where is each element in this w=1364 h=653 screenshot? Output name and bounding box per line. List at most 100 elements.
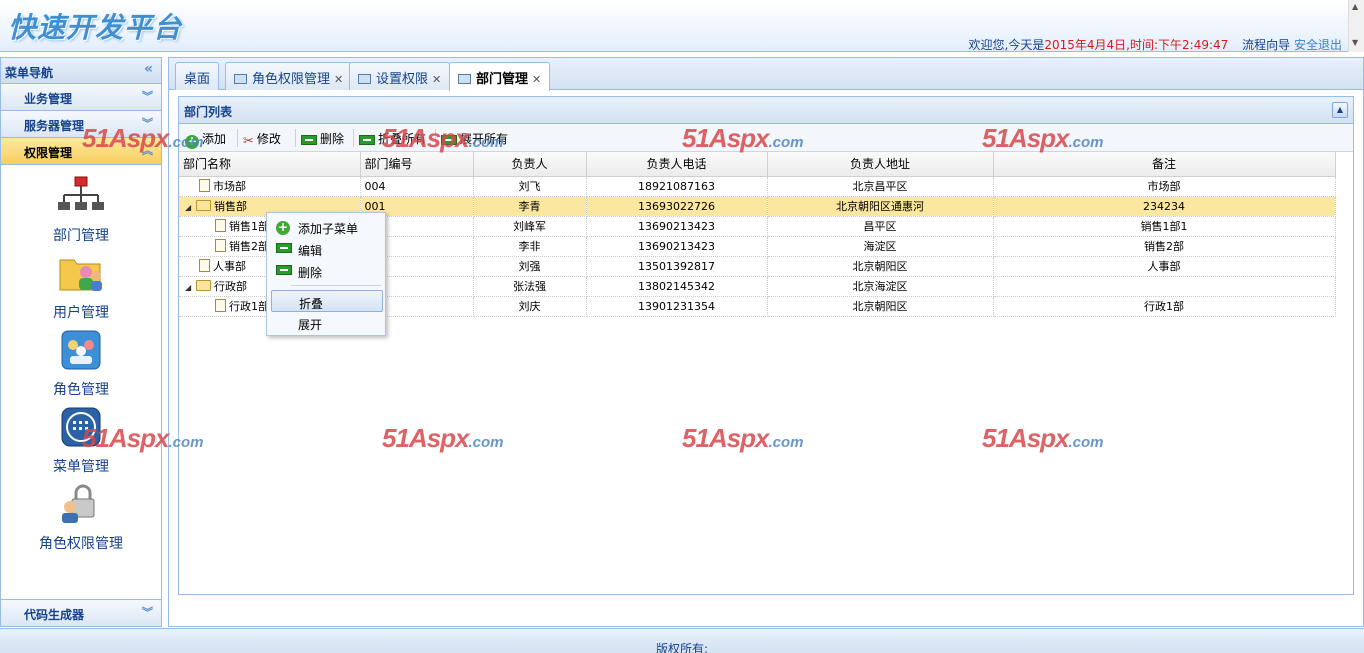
menu-item-label: 展开: [298, 318, 323, 332]
watermark-text: 51Aspx: [982, 423, 1069, 453]
panel-header: 部门列表 ▲: [179, 97, 1353, 124]
copyright-text: 版权所有:: [655, 642, 709, 653]
watermark: 51Aspx.com: [382, 123, 504, 154]
cell-code: 004: [360, 176, 474, 197]
sidebar-item-label: 菜单管理: [53, 459, 109, 475]
watermark-text: 51Aspx: [382, 423, 469, 453]
watermark-suffix: .com: [468, 434, 504, 451]
cell-owner: 李青: [473, 196, 587, 217]
cell-addr: 北京昌平区: [767, 176, 994, 197]
collapse-up-icon[interactable]: ▲: [1332, 102, 1348, 118]
sidebar-item-user[interactable]: 用户管理: [1, 252, 161, 322]
column-header[interactable]: 负责人电话: [586, 152, 768, 177]
cell-phone: 13690213423: [586, 236, 768, 257]
logout-link[interactable]: 安全退出: [1294, 38, 1342, 52]
folder-open-icon: [196, 200, 211, 211]
context-menu: + 添加子菜单 编辑 删除 折叠 展开: [266, 212, 386, 336]
role-group-icon: [56, 329, 106, 375]
menu-item-collapse[interactable]: 折叠: [271, 290, 383, 312]
tree-expanded-icon[interactable]: ◢: [185, 283, 196, 292]
column-header[interactable]: 部门名称: [179, 152, 361, 177]
cell-text: 销售1部: [229, 220, 269, 233]
close-icon[interactable]: ✕: [432, 73, 441, 86]
cell-phone: 18921087163: [586, 176, 768, 197]
permission-menu-body: 部门管理 用户管理 角色管理 菜单管理 角色权限管理: [1, 165, 161, 573]
minus-icon: [276, 243, 292, 253]
cell-note: 234234: [993, 196, 1336, 217]
tab-label: 部门管理: [476, 72, 529, 87]
edit-button[interactable]: ✂ 修改: [243, 130, 281, 149]
menu-item-edit[interactable]: 编辑: [271, 238, 383, 260]
column-header[interactable]: 负责人地址: [767, 152, 994, 177]
separator: [353, 129, 354, 147]
sidebar-item-label: 部门管理: [53, 228, 109, 244]
accordion-business[interactable]: 业务管理 ︾: [1, 84, 161, 111]
menu-item-label: 编辑: [298, 244, 323, 258]
cell-text: 市场部: [213, 180, 246, 193]
sidebar-item-role-permission[interactable]: 角色权限管理: [1, 483, 161, 553]
cell-note: [993, 276, 1336, 297]
menu-item-expand[interactable]: 展开: [271, 312, 383, 334]
menu-item-delete[interactable]: 删除: [271, 260, 383, 282]
file-icon: [215, 299, 226, 312]
accordion-codegen[interactable]: 代码生成器 ︾: [1, 599, 161, 626]
watermark: 51Aspx.com: [82, 423, 204, 454]
menu-item-add-child[interactable]: + 添加子菜单: [271, 216, 383, 238]
watermark: 51Aspx.com: [982, 123, 1104, 154]
cell-owner: 李非: [473, 236, 587, 257]
tab-set-permission[interactable]: 设置权限 ✕: [349, 62, 451, 90]
watermark: 51Aspx.com: [382, 423, 504, 454]
watermark-text: 51Aspx: [982, 123, 1069, 153]
sidebar-item-dept[interactable]: 部门管理: [1, 175, 161, 245]
tab-desktop[interactable]: 桌面: [175, 62, 220, 90]
cell-owner: 张法强: [473, 276, 587, 297]
window-icon: [234, 74, 247, 84]
column-header[interactable]: 备注: [993, 152, 1336, 177]
tab-label: 角色权限管理: [252, 72, 331, 87]
separator: [295, 129, 296, 147]
file-icon: [215, 219, 226, 232]
dept-list-panel: 部门列表 ▲ +添加 ✂修改 删除 折叠所有 展开所有 部门名称 部门编号: [178, 96, 1354, 595]
close-icon[interactable]: ✕: [532, 73, 541, 86]
welcome-text: 欢迎您,今天是: [968, 38, 1045, 52]
cell-text: 销售部: [214, 200, 247, 213]
grid-header-row: 部门名称 部门编号 负责人 负责人电话 负责人地址 备注: [179, 152, 1336, 177]
cell-phone: 13802145342: [586, 276, 768, 297]
cell-note: 销售1部1: [993, 216, 1336, 237]
org-chart-icon: [56, 175, 106, 221]
header-scrollbar[interactable]: ▲ ▼: [1348, 0, 1364, 52]
sidebar-title-text: 菜单导航: [5, 66, 54, 80]
delete-button[interactable]: 删除: [301, 130, 344, 147]
cell-owner: 刘飞: [473, 176, 587, 197]
sidebar-item-role[interactable]: 角色管理: [1, 329, 161, 399]
file-icon: [199, 259, 210, 272]
collapse-left-icon[interactable]: «: [144, 61, 153, 77]
table-row[interactable]: 市场部 004 刘飞 18921087163 北京昌平区 市场部: [179, 176, 1336, 197]
cell-addr: 北京海淀区: [767, 276, 994, 297]
tab-role-permission[interactable]: 角色权限管理 ✕: [225, 62, 353, 90]
button-label: 删除: [320, 132, 345, 146]
tab-bar: 桌面 角色权限管理 ✕ 设置权限 ✕ 部门管理 ✕: [169, 58, 1363, 91]
cell-note: 人事部: [993, 256, 1336, 277]
watermark: 51Aspx.com: [682, 123, 804, 154]
flow-guide-link[interactable]: 流程向导: [1242, 38, 1290, 52]
column-header[interactable]: 部门编号: [360, 152, 474, 177]
close-icon[interactable]: ✕: [334, 73, 343, 86]
scroll-up-icon[interactable]: ▲: [1352, 2, 1358, 11]
minus-icon: [301, 135, 317, 145]
button-label: 添加: [202, 132, 227, 146]
column-header[interactable]: 负责人: [473, 152, 587, 177]
cell-phone: 13690213423: [586, 216, 768, 237]
tab-dept-management[interactable]: 部门管理 ✕: [449, 62, 551, 91]
menu-item-label: 添加子菜单: [298, 222, 359, 236]
chevron-down-icon[interactable]: ︾: [142, 604, 153, 620]
header: 快速开发平台 欢迎您,今天是2015年4月4日,时间:下午2:49:47 流程向…: [0, 0, 1364, 52]
cell-text: 行政1部: [229, 300, 269, 313]
watermark-suffix: .com: [768, 134, 804, 151]
scissors-icon: ✂: [243, 134, 254, 149]
chevron-down-icon[interactable]: ︾: [142, 88, 153, 104]
minus-icon: [276, 265, 292, 275]
button-label: 修改: [256, 132, 281, 146]
tree-expanded-icon[interactable]: ◢: [185, 203, 196, 212]
scroll-down-icon[interactable]: ▼: [1352, 38, 1358, 47]
